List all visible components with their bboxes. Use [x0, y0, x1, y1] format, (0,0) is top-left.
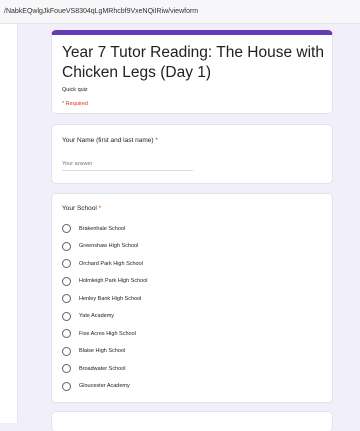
radio-button[interactable] — [62, 346, 71, 356]
question-card-school: Your School * Brakenhale School Greensha… — [51, 193, 333, 403]
question-title-name: Your Name (first and last name) * — [62, 137, 158, 144]
school-option[interactable]: Yate Academy — [62, 311, 262, 322]
school-option[interactable]: Orchard Park High School — [62, 258, 262, 269]
option-label: Yate Academy — [79, 313, 115, 319]
form-header-card: Year 7 Tutor Reading: The House with Chi… — [51, 30, 333, 114]
option-label: Henley Bank High School — [79, 295, 142, 302]
radio-button[interactable] — [62, 329, 71, 338]
option-label: Blaise High School — [79, 348, 126, 354]
school-option[interactable]: Five Acres High School — [62, 328, 262, 339]
school-option[interactable]: Greenshaw High School — [62, 241, 262, 252]
question-card-name: Your Name (first and last name) * Your a… — [51, 124, 333, 184]
required-note: * Required — [62, 101, 88, 107]
school-option[interactable]: Henley Bank High School — [62, 293, 262, 304]
school-option[interactable]: Brakenhale School — [62, 223, 262, 234]
question-title-text: Your School — [62, 205, 97, 212]
question-title-text: Your Name (first and last name) — [62, 137, 154, 144]
form-description: Quick quiz — [62, 87, 88, 93]
option-label: Holmleigh Park High School — [79, 278, 148, 284]
option-label: Brakenhale School — [79, 225, 126, 232]
radio-button[interactable] — [62, 311, 71, 321]
option-label: Gloucester Academy — [79, 383, 130, 389]
option-label: Orchard Park High School — [79, 260, 143, 267]
option-label: Greenshaw High School — [79, 243, 139, 249]
next-question-card — [51, 411, 333, 431]
name-input-placeholder: Your answer — [62, 161, 93, 167]
form-title: Year 7 Tutor Reading: The House with Chi… — [62, 44, 324, 81]
url-text: /NabkEQwlgJkFoueVS8304qLgMRhcbf9VxeNQiIR… — [4, 8, 199, 15]
radio-button[interactable] — [62, 224, 71, 233]
school-option[interactable]: Blaise High School — [62, 346, 262, 357]
required-asterisk: * — [98, 205, 102, 212]
name-input[interactable]: Your answer — [62, 161, 193, 171]
radio-button[interactable] — [62, 241, 71, 251]
radio-button[interactable] — [62, 259, 71, 268]
question-title-school: Your School * — [62, 205, 101, 212]
option-label: Broadwater School — [79, 365, 126, 372]
school-option[interactable]: Gloucester Academy — [62, 381, 262, 392]
option-label: Five Acres High School — [79, 330, 136, 337]
school-option[interactable]: Holmleigh Park High School — [62, 276, 262, 287]
radio-button[interactable] — [62, 294, 71, 303]
radio-button[interactable] — [62, 364, 71, 373]
radio-button[interactable] — [62, 276, 71, 286]
school-option[interactable]: Broadwater School — [62, 363, 262, 374]
radio-button[interactable] — [62, 381, 71, 391]
left-panel — [0, 24, 18, 423]
browser-url-bar[interactable]: /NabkEQwlgJkFoueVS8304qLgMRhcbf9VxeNQiIR… — [0, 0, 360, 24]
required-asterisk: * — [155, 137, 158, 144]
